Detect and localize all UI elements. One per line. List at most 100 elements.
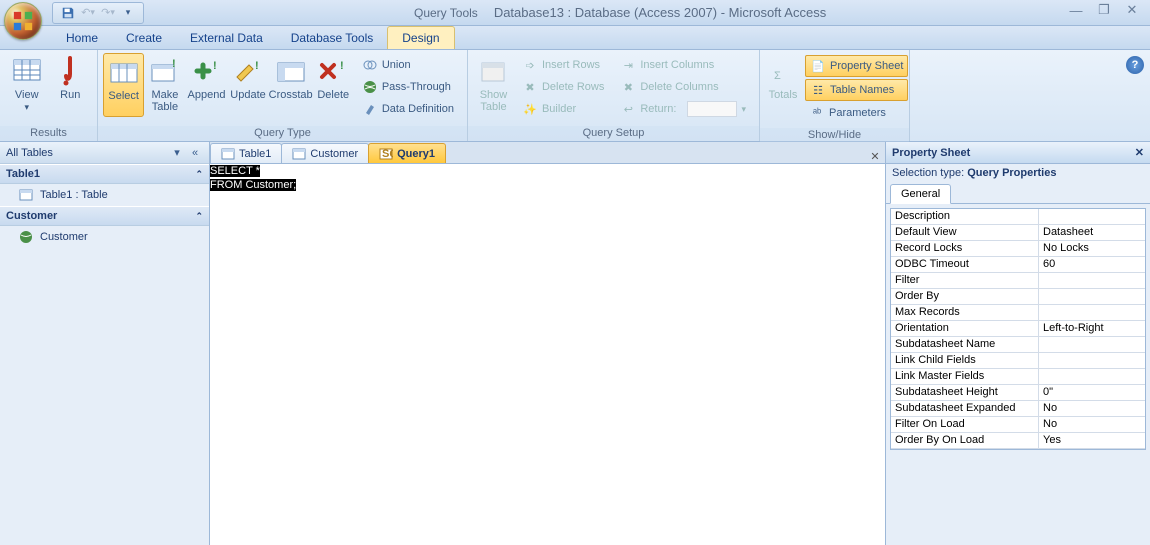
property-value[interactable]	[1039, 289, 1145, 304]
parameters-button[interactable]: ᵃᵇParameters	[805, 103, 908, 123]
document-tab[interactable]: SQLQuery1	[368, 143, 446, 163]
nav-group-header[interactable]: Table1⌃	[0, 164, 209, 184]
qat-undo-icon[interactable]: ↶▾	[79, 4, 97, 22]
data-definition-button[interactable]: Data Definition	[358, 99, 458, 119]
property-row[interactable]: ODBC Timeout60	[891, 257, 1145, 273]
tab-home[interactable]: Home	[52, 27, 112, 49]
property-value[interactable]: 0"	[1039, 385, 1145, 400]
nav-dropdown-icon[interactable]: ▾	[169, 145, 185, 161]
group-label-results: Results	[0, 126, 97, 141]
restore-button[interactable]: ❐	[1094, 2, 1114, 18]
view-button[interactable]: View▾	[5, 53, 49, 115]
property-value[interactable]	[1039, 337, 1145, 352]
make-table-button[interactable]: ! Make Table	[144, 53, 185, 115]
insert-columns-button[interactable]: ⇥Insert Columns	[616, 55, 750, 75]
return-button[interactable]: ↩Return: ▾	[616, 99, 750, 119]
property-value[interactable]	[1039, 209, 1145, 224]
property-row[interactable]: Order By	[891, 289, 1145, 305]
view-label: View	[15, 89, 39, 101]
property-row[interactable]: Filter	[891, 273, 1145, 289]
property-value[interactable]	[1039, 353, 1145, 368]
sql-view[interactable]: SELECT *FROM Customer;	[210, 164, 885, 545]
property-row[interactable]: Max Records	[891, 305, 1145, 321]
table-names-button[interactable]: ☷Table Names	[805, 79, 908, 101]
property-row[interactable]: Filter On LoadNo	[891, 417, 1145, 433]
property-row[interactable]: Link Child Fields	[891, 353, 1145, 369]
property-row[interactable]: Description	[891, 209, 1145, 225]
property-row[interactable]: Subdatasheet Name	[891, 337, 1145, 353]
select-query-button[interactable]: Select	[103, 53, 144, 117]
property-value[interactable]: No Locks	[1039, 241, 1145, 256]
qat-customize-icon[interactable]: ▾	[119, 4, 137, 22]
help-button[interactable]: ?	[1126, 56, 1144, 74]
property-value[interactable]: Left-to-Right	[1039, 321, 1145, 336]
make-table-label: Make Table	[146, 89, 183, 113]
return-combo[interactable]	[687, 101, 737, 117]
union-button[interactable]: Union	[358, 55, 458, 75]
property-sheet-pane: Property Sheet ✕ Selection type: Query P…	[885, 142, 1150, 545]
property-name: Max Records	[891, 305, 1039, 320]
property-value[interactable]: Datasheet	[1039, 225, 1145, 240]
delete-query-button[interactable]: ! Delete	[313, 53, 354, 115]
document-tab[interactable]: Table1	[210, 143, 282, 163]
property-value[interactable]: No	[1039, 417, 1145, 432]
property-sheet-button[interactable]: 📄Property Sheet	[805, 55, 908, 77]
insert-rows-button[interactable]: ➩Insert Rows	[518, 55, 608, 75]
property-name: Subdatasheet Height	[891, 385, 1039, 400]
totals-button[interactable]: Σ Totals	[765, 53, 801, 115]
nav-item[interactable]: Table1 : Table	[0, 184, 209, 206]
builder-button[interactable]: ✨Builder	[518, 99, 608, 119]
close-button[interactable]: ✕	[1122, 2, 1142, 18]
tab-database-tools[interactable]: Database Tools	[277, 27, 388, 49]
property-value[interactable]: 60	[1039, 257, 1145, 272]
property-value[interactable]	[1039, 369, 1145, 384]
property-row[interactable]: Link Master Fields	[891, 369, 1145, 385]
crosstab-button[interactable]: Crosstab	[269, 53, 313, 115]
nav-item[interactable]: Customer	[0, 226, 209, 248]
svg-text:!: !	[172, 58, 176, 70]
property-row[interactable]: Subdatasheet Height0"	[891, 385, 1145, 401]
property-value[interactable]	[1039, 305, 1145, 320]
tab-design[interactable]: Design	[387, 26, 454, 49]
show-table-button[interactable]: Show Table	[473, 53, 514, 115]
select-label: Select	[108, 90, 139, 114]
property-sheet-label: Property Sheet	[830, 60, 903, 72]
property-value[interactable]: Yes	[1039, 433, 1145, 448]
globe-icon	[362, 79, 378, 95]
builder-label: Builder	[542, 103, 576, 115]
ribbon-group-show-hide: Σ Totals 📄Property Sheet ☷Table Names ᵃᵇ…	[760, 50, 910, 141]
property-name: Link Master Fields	[891, 369, 1039, 384]
nav-header[interactable]: All Tables ▾ «	[0, 142, 209, 164]
document-close-button[interactable]: ✕	[865, 150, 885, 163]
property-row[interactable]: Subdatasheet ExpandedNo	[891, 401, 1145, 417]
property-row[interactable]: Order By On LoadYes	[891, 433, 1145, 449]
minimize-button[interactable]: —	[1066, 2, 1086, 18]
update-button[interactable]: ! Update	[227, 53, 268, 115]
main-area: All Tables ▾ « Table1⌃Table1 : TableCust…	[0, 142, 1150, 545]
office-button[interactable]	[4, 2, 44, 42]
run-button[interactable]: Run	[49, 53, 93, 115]
qat-redo-icon[interactable]: ↷▾	[99, 4, 117, 22]
tab-external-data[interactable]: External Data	[176, 27, 277, 49]
property-row[interactable]: Default ViewDatasheet	[891, 225, 1145, 241]
tab-create[interactable]: Create	[112, 27, 176, 49]
delete-columns-button[interactable]: ✖Delete Columns	[616, 77, 750, 97]
delete-rows-icon: ✖	[522, 79, 538, 95]
document-tab[interactable]: Customer	[281, 143, 369, 163]
group-label-query-setup: Query Setup	[468, 126, 759, 141]
property-tab-general[interactable]: General	[890, 184, 951, 204]
property-sheet-close-icon[interactable]: ✕	[1135, 146, 1144, 159]
delete-rows-label: Delete Rows	[542, 81, 604, 93]
nav-collapse-icon[interactable]: «	[187, 145, 203, 161]
pass-through-button[interactable]: Pass-Through	[358, 77, 458, 97]
property-name: ODBC Timeout	[891, 257, 1039, 272]
append-button[interactable]: ! Append	[186, 53, 228, 115]
property-row[interactable]: Record LocksNo Locks	[891, 241, 1145, 257]
property-value[interactable]: No	[1039, 401, 1145, 416]
nav-group-header[interactable]: Customer⌃	[0, 206, 209, 226]
doc-tab-label: Table1	[239, 148, 271, 160]
qat-save-icon[interactable]	[59, 4, 77, 22]
delete-rows-button[interactable]: ✖ Delete Rows	[518, 77, 608, 97]
property-value[interactable]	[1039, 273, 1145, 288]
property-row[interactable]: OrientationLeft-to-Right	[891, 321, 1145, 337]
